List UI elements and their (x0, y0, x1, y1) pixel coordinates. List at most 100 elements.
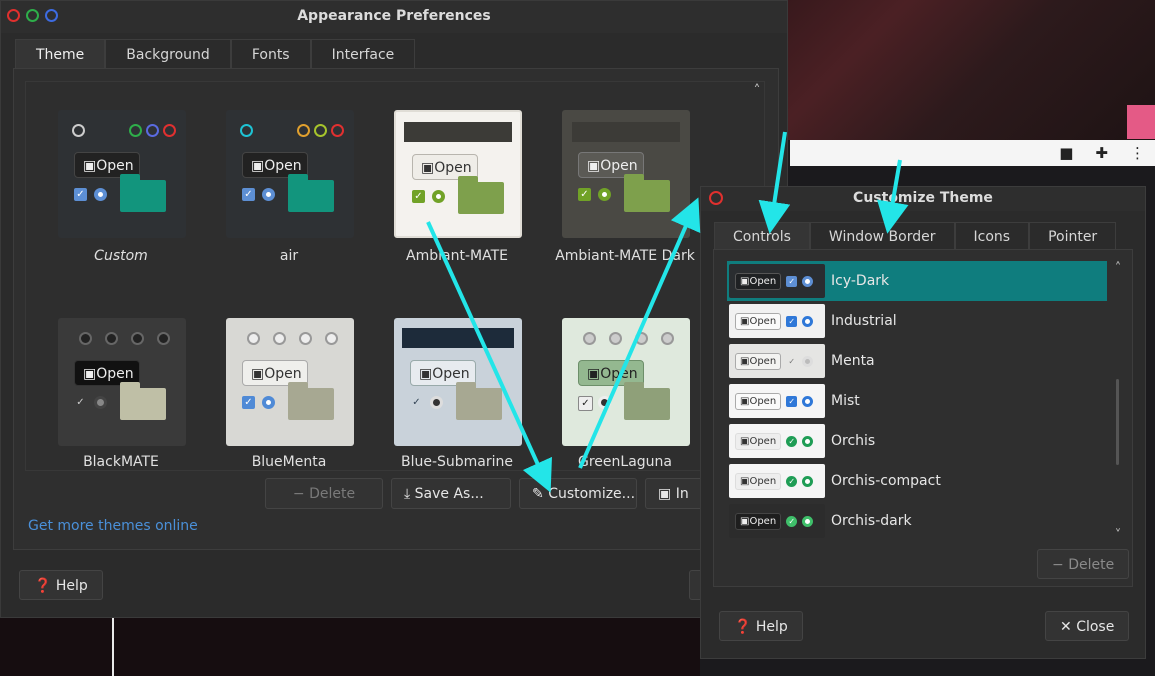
help-label: Help (55, 578, 88, 594)
circle-icon (129, 124, 142, 137)
radio-icon (802, 315, 814, 327)
install-button[interactable]: ▣ In (645, 478, 705, 509)
titlebar-preview (402, 328, 514, 348)
open-label: Open (749, 475, 777, 487)
list-item[interactable]: ▣Open ✓ Menta (727, 341, 1107, 381)
list-item[interactable]: ▣Open ✓ Orchis-dark (727, 501, 1107, 541)
theme-name: Orchis (831, 433, 876, 449)
open-label: Open (96, 366, 134, 382)
dialog-close-button[interactable]: ✕ Close (1045, 611, 1130, 641)
theme-grid: ▣Open ✓ Custom ▣Open ✓ air ▣Open ✓ Ambia… (25, 81, 765, 471)
list-item[interactable]: ▣Open ✓ Icy-Dark (727, 261, 1107, 301)
camera-icon[interactable]: ■ (1059, 144, 1073, 162)
theme-thumb-air[interactable]: ▣Open ✓ (226, 110, 354, 238)
checkbox-icon: ✓ (242, 188, 255, 201)
radio-icon (94, 188, 107, 201)
menu-icon[interactable]: ⋮ (1130, 144, 1145, 162)
tab-fonts[interactable]: Fonts (230, 39, 311, 69)
circle-icon (331, 124, 344, 137)
open-label: Open (600, 366, 638, 382)
list-item[interactable]: ▣Open ✓ Mist (727, 381, 1107, 421)
appearance-preferences-window: Appearance Preferences Theme Background … (0, 0, 788, 618)
theme-actions: − Delete ⤓ Save As... ✎ Customize... ▣ I… (265, 478, 705, 509)
list-scrollbar[interactable]: ˄ ˅ (1111, 261, 1125, 543)
window-buttons-preview (576, 332, 680, 345)
scrollbar-thumb[interactable] (1116, 379, 1119, 465)
theme-preview: ▣Open ✓ (729, 464, 825, 498)
radio-icon (802, 475, 814, 487)
open-preview: ▣Open (735, 472, 782, 490)
theme-label: Custom (94, 248, 148, 264)
help-button[interactable]: ❓ Help (19, 570, 103, 600)
wallpaper-highlight (1127, 105, 1155, 139)
customize-button[interactable]: ✎ Customize... (519, 478, 637, 509)
theme-preview: ▣Open ✓ (729, 304, 825, 338)
dialog-help-button[interactable]: ❓ Help (719, 611, 803, 641)
radio-icon (598, 188, 611, 201)
checkbox-icon: ✓ (578, 396, 593, 411)
checkbox-icon: ✓ (578, 188, 591, 201)
get-more-themes-link[interactable]: Get more themes online (28, 518, 198, 534)
open-label: Open (600, 158, 638, 174)
chevron-up-icon[interactable]: ˄ (750, 82, 764, 100)
theme-thumb-ambiant-mate[interactable]: ▣Open ✓ (394, 110, 522, 238)
theme-thumb-custom[interactable]: ▣Open ✓ (58, 110, 186, 238)
theme-label: Blue-Submarine (400, 454, 514, 470)
radio-icon (598, 396, 611, 409)
theme-thumb-ambiant-mate-dark[interactable]: ▣Open ✓ (562, 110, 690, 238)
tab-interface[interactable]: Interface (310, 39, 416, 69)
chevron-up-icon[interactable]: ˄ (1111, 261, 1125, 276)
open-label: Open (264, 366, 302, 382)
checkbox-icon: ✓ (242, 396, 255, 409)
titlebar: Appearance Preferences (1, 1, 787, 33)
window-buttons-preview (240, 332, 344, 345)
theme-thumb-bluementa[interactable]: ▣Open ✓ (226, 318, 354, 446)
theme-label: BlackMATE (83, 454, 159, 470)
circle-icon (297, 124, 310, 137)
circle-icon (272, 332, 286, 345)
theme-thumb-blackmate[interactable]: ▣Open ✓ (58, 318, 186, 446)
tab-window-border[interactable]: Window Border (809, 222, 955, 250)
circle-icon (104, 332, 118, 345)
desktop-divider (112, 618, 114, 676)
open-preview: ▣Open (735, 272, 782, 290)
open-label: Open (749, 315, 777, 327)
theme-thumb-greenlaguna[interactable]: ▣Open ✓ (562, 318, 690, 446)
list-item[interactable]: ▣Open ✓ Orchis-compact (727, 461, 1107, 501)
extensions-icon[interactable]: ✚ (1095, 144, 1108, 162)
list-item[interactable]: ▣Open ✓ Orchis (727, 421, 1107, 461)
circle-icon (608, 332, 622, 345)
delete-theme-button[interactable]: − Delete (265, 478, 383, 509)
folder-icon (288, 382, 334, 420)
window-buttons-preview (72, 332, 176, 345)
help-label: Help (755, 619, 788, 635)
save-as-button[interactable]: ⤓ Save As... (391, 478, 511, 509)
tab-background[interactable]: Background (105, 39, 231, 69)
open-label: Open (749, 395, 777, 407)
open-label: Open (264, 158, 302, 174)
checkbox-icon: ✓ (76, 397, 85, 408)
dialog-title: Customize Theme (853, 190, 993, 206)
radio-icon (432, 190, 445, 203)
browser-toolbar-strip: ■ ✚ ⋮ (790, 140, 1155, 166)
theme-thumb-blue-submarine[interactable]: ▣Open ✓ (394, 318, 522, 446)
open-preview: ▣Open (735, 432, 782, 450)
theme-name: Orchis-compact (831, 473, 941, 489)
open-label: Open (432, 366, 470, 382)
tab-pointer[interactable]: Pointer (1029, 222, 1117, 250)
list-item[interactable]: ▣Open ✓ Industrial (727, 301, 1107, 341)
help-icon: ❓ (734, 619, 752, 635)
delete-label: Delete (1068, 557, 1115, 573)
tab-theme[interactable]: Theme (15, 39, 106, 69)
chevron-down-icon[interactable]: ˅ (1111, 528, 1125, 543)
tab-controls[interactable]: Controls (714, 222, 810, 250)
theme-label: air (279, 248, 299, 264)
circle-icon (314, 124, 327, 137)
radio-icon (262, 188, 275, 201)
desktop-background-bottom (0, 618, 700, 676)
radio-icon (802, 435, 814, 447)
tab-icons[interactable]: Icons (954, 222, 1030, 250)
delete-control-theme-button[interactable]: − Delete (1037, 549, 1130, 579)
checkbox-icon: ✓ (786, 275, 798, 287)
window-buttons-preview (72, 124, 176, 137)
